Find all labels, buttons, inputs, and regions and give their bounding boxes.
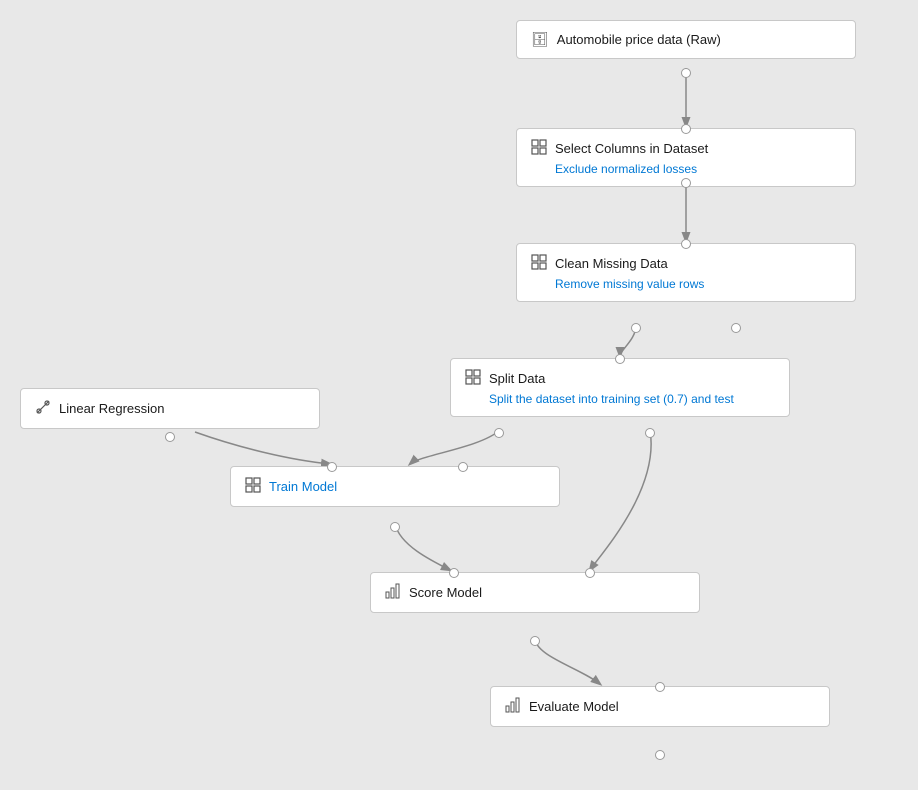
database-icon: 🗄: [531, 31, 549, 48]
clean-missing-subtitle: Remove missing value rows: [555, 277, 841, 291]
automobile-title: Automobile price data (Raw): [557, 32, 721, 47]
evaluate-model-input-dot: [655, 682, 665, 692]
score-model-title: Score Model: [409, 585, 482, 600]
select-columns-title: Select Columns in Dataset: [555, 141, 708, 156]
train-model-input-right-dot: [458, 462, 468, 472]
split-data-output-right-dot: [645, 428, 655, 438]
linear-regression-title: Linear Regression: [59, 401, 165, 416]
node-evaluate-model[interactable]: Evaluate Model: [490, 686, 830, 727]
train-model-icon: [245, 477, 261, 496]
clean-missing-input-dot: [681, 239, 691, 249]
clean-icon: [531, 254, 547, 273]
evaluate-model-title: Evaluate Model: [529, 699, 619, 714]
clean-missing-output-left-dot: [631, 323, 641, 333]
select-columns-input-dot: [681, 124, 691, 134]
node-split-data[interactable]: Split Data Split the dataset into traini…: [450, 358, 790, 417]
split-data-title: Split Data: [489, 371, 545, 386]
score-model-icon: [385, 583, 401, 602]
clean-missing-output-right-dot: [731, 323, 741, 333]
node-train-model[interactable]: Train Model: [230, 466, 560, 507]
select-columns-subtitle: Exclude normalized losses: [555, 162, 841, 176]
split-data-subtitle: Split the dataset into training set (0.7…: [489, 392, 775, 406]
node-clean-missing[interactable]: Clean Missing Data Remove missing value …: [516, 243, 856, 302]
automobile-output-dot: [681, 68, 691, 78]
linear-regression-output-dot: [165, 432, 175, 442]
train-model-output-dot: [390, 522, 400, 532]
train-model-title: Train Model: [269, 479, 337, 494]
split-data-output-left-dot: [494, 428, 504, 438]
select-columns-output-dot: [681, 178, 691, 188]
split-icon: [465, 369, 481, 388]
evaluate-model-bottom-dot: [655, 750, 665, 760]
evaluate-model-icon: [505, 697, 521, 716]
node-linear-regression[interactable]: Linear Regression: [20, 388, 320, 429]
select-cols-icon: [531, 139, 547, 158]
pipeline-canvas: 🗄 Automobile price data (Raw) Select Col…: [0, 0, 918, 790]
score-model-output-dot: [530, 636, 540, 646]
train-model-input-left-dot: [327, 462, 337, 472]
score-model-input-right-dot: [585, 568, 595, 578]
score-model-input-left-dot: [449, 568, 459, 578]
node-automobile[interactable]: 🗄 Automobile price data (Raw): [516, 20, 856, 59]
linear-regression-icon: [35, 399, 51, 418]
split-data-input-dot: [615, 354, 625, 364]
node-score-model[interactable]: Score Model: [370, 572, 700, 613]
clean-missing-title: Clean Missing Data: [555, 256, 668, 271]
